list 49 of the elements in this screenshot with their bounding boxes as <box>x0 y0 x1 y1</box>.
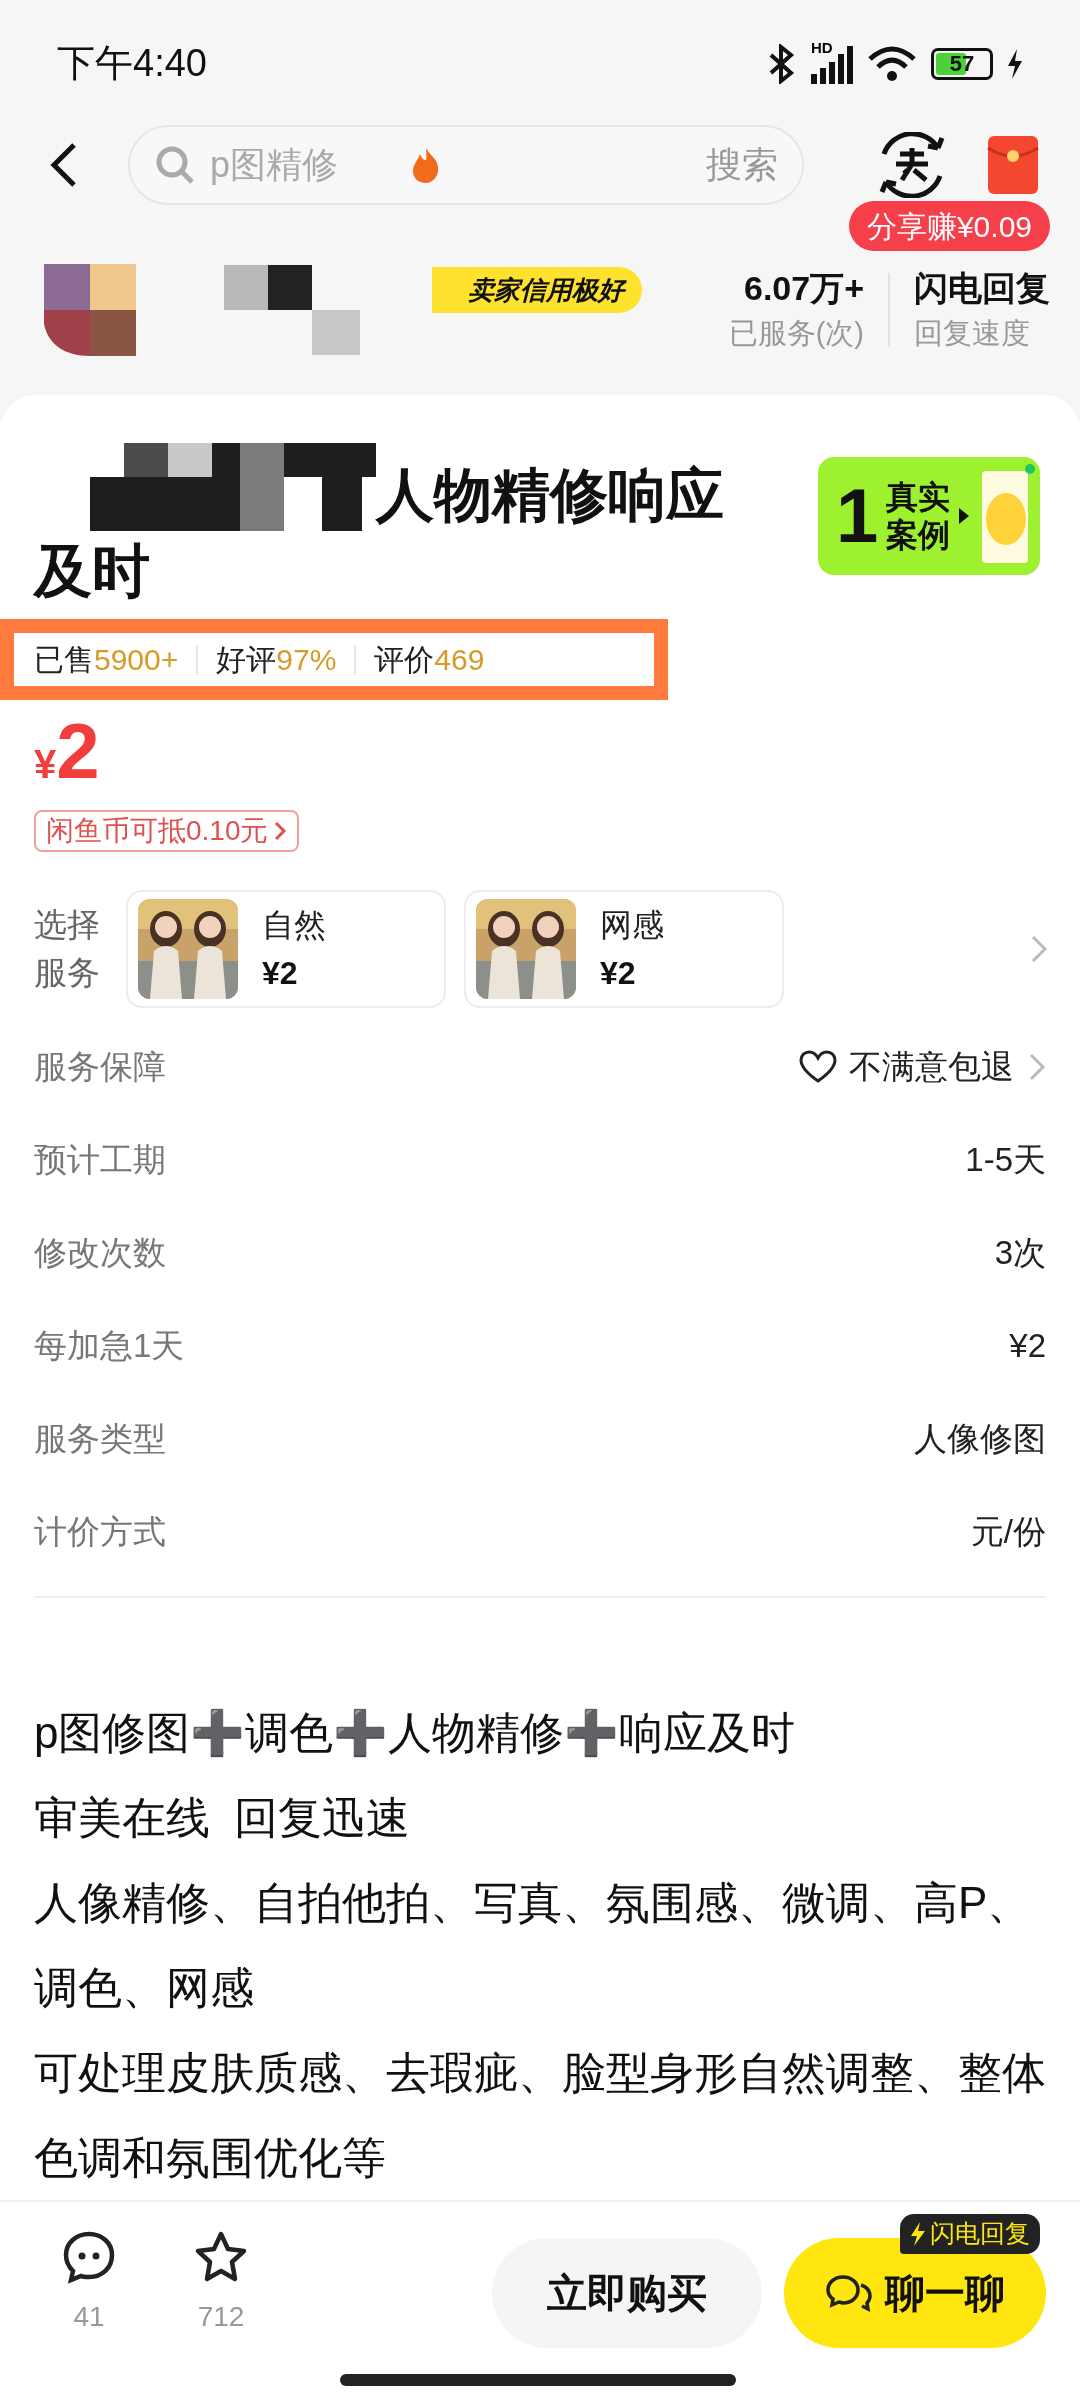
sales-stat: 评价469 <box>374 642 485 678</box>
status-time: 下午4:40 <box>57 41 207 86</box>
detail-value: 人像修图 <box>914 1418 1046 1459</box>
sales-stat: 好评97% <box>216 642 337 678</box>
detail-value: 3次 <box>994 1232 1046 1273</box>
chevron-right-icon <box>272 820 287 842</box>
star-icon <box>193 2230 249 2284</box>
detail-label: 每加急1天 <box>34 1325 185 1366</box>
sales-stat: 已售5900+ <box>34 642 179 678</box>
wifi-icon <box>867 44 917 83</box>
description-text: 审美在线 回复迅速 <box>34 1792 412 1844</box>
seller-avatar[interactable] <box>44 264 136 356</box>
detail-label: 服务保障 <box>34 1046 166 1087</box>
detail-value: 1-5天 <box>965 1139 1046 1180</box>
description-text: 人像精修、自拍他拍、写真、氛围感、微调、高P、调色、网感 <box>34 1877 1033 2014</box>
charging-icon <box>1007 48 1023 79</box>
detail-value: ¥2 <box>1009 1325 1046 1366</box>
credit-badge: 卖家信用极好 <box>432 267 642 313</box>
detail-label: 计价方式 <box>34 1511 166 1552</box>
envelope-icon[interactable] <box>986 134 1040 196</box>
back-icon[interactable] <box>48 142 78 188</box>
service-option[interactable]: 网感 ¥2 <box>464 890 784 1008</box>
description-text: 可处理皮肤质感、去瑕疵、脸型身形自然调整、整体色调和氛围优化等 <box>34 2047 1046 2184</box>
play-arrow-icon <box>958 507 971 525</box>
description-text: p图修图➕调色➕人物精修➕响应及时 <box>34 1707 797 1759</box>
comment-icon <box>62 2230 116 2284</box>
buy-now-button[interactable]: 立即购买 <box>492 2238 762 2348</box>
stat-label: 已服务(次) <box>728 316 864 351</box>
stat-label: 回复速度 <box>914 316 1031 351</box>
price: ¥2 <box>34 712 100 790</box>
lightning-icon <box>910 2222 926 2246</box>
heart-icon <box>799 1049 837 1084</box>
listing-title: 及时 <box>34 537 150 605</box>
detail-label: 预计工期 <box>34 1139 166 1180</box>
service-option[interactable]: 自然 ¥2 <box>126 890 446 1008</box>
detail-label: 修改次数 <box>34 1232 166 1273</box>
bluetooth-icon <box>767 43 797 84</box>
flash-reply-badge: 闪电回复 <box>900 2214 1040 2254</box>
stat-value: 6.07万+ <box>743 268 864 309</box>
search-icon <box>154 144 196 186</box>
select-service-label: 选择服务 <box>34 905 101 993</box>
detail-value: 元/份 <box>970 1511 1046 1552</box>
stat-value: 闪电回复 <box>914 268 1050 309</box>
chat-bubbles-icon <box>825 2273 873 2313</box>
share-earn-badge[interactable]: 分享赚¥0.09 <box>848 201 1050 251</box>
detail-label: 服务类型 <box>34 1418 166 1459</box>
coin-deduction-tag[interactable]: 闲鱼币可抵0.10元 <box>34 810 299 852</box>
listing-title: 人物精修响应 <box>376 461 724 529</box>
detail-value[interactable]: 不满意包退 <box>849 1041 1014 1092</box>
